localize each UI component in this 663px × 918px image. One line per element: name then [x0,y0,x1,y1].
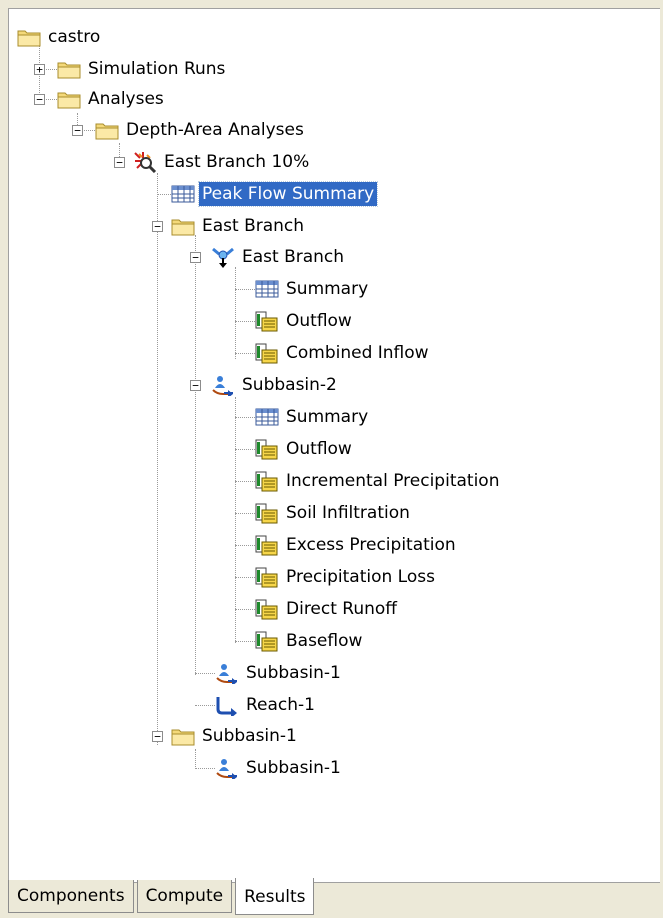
node-label: Simulation Runs [88,59,226,79]
node-label: East Branch [202,216,305,236]
folder-icon [57,58,81,80]
collapse-toggle[interactable]: − [190,380,201,391]
tab-strip: Components Compute Results [8,878,663,918]
tree-node-subbasin-2[interactable]: Subbasin-2 [211,369,340,401]
tree-node-outflow[interactable]: Outflow [255,305,355,337]
tree-node-excess-precipitation[interactable]: Excess Precipitation [255,529,459,561]
timeseries-icon [255,342,279,364]
timeseries-icon [255,470,279,492]
folder-icon [57,88,81,110]
node-label: Depth-Area Analyses [126,120,304,140]
node-label: Direct Runoff [286,599,398,619]
tree-node-depth-area-analyses[interactable]: Depth-Area Analyses [95,114,307,146]
node-label: Excess Precipitation [286,535,456,555]
tab-results[interactable]: Results [235,878,315,915]
node-label: Baseflow [286,631,363,651]
node-label: Reach-1 [246,695,315,715]
tree-node-east-branch-10[interactable]: East Branch 10% [133,146,312,178]
node-label-selected: Peak Flow Summary [197,181,379,207]
tree-node-summary[interactable]: Summary [255,273,371,305]
tree-node-east-branch-folder[interactable]: East Branch [171,210,307,242]
tree-node-castro[interactable]: castro [17,21,103,53]
node-label: Subbasin-1 [246,663,341,683]
results-tree-panel: + − − − − − − − castro Simulation Runs A… [8,8,660,883]
tree-node-analyses[interactable]: Analyses [57,83,167,115]
node-label: castro [48,27,101,47]
node-label: Outflow [286,311,352,331]
reach-icon [215,694,239,716]
timeseries-icon [255,630,279,652]
node-label: Subbasin-1 [202,726,297,746]
node-label: Soil Infiltration [286,503,410,523]
node-label: Outflow [286,439,352,459]
tree-node-reach-1[interactable]: Reach-1 [215,689,318,721]
junction-icon [211,246,235,268]
collapse-toggle[interactable]: − [34,94,45,105]
results-tree: + − − − − − − − castro Simulation Runs A… [9,9,660,882]
tree-node-subbasin-1[interactable]: Subbasin-1 [215,752,344,784]
node-label: Summary [286,407,369,427]
node-label: Incremental Precipitation [286,471,500,491]
tree-node-peak-flow-summary[interactable]: Peak Flow Summary [171,178,379,210]
timeseries-icon [255,598,279,620]
tree-node-outflow[interactable]: Outflow [255,433,355,465]
folder-icon [17,26,41,48]
analysis-icon [133,151,157,173]
tab-compute[interactable]: Compute [136,880,233,913]
tree-node-precipitation-loss[interactable]: Precipitation Loss [255,561,438,593]
expand-toggle[interactable]: + [34,64,45,75]
collapse-toggle[interactable]: − [190,252,201,263]
tree-node-east-branch-junction[interactable]: East Branch [211,241,347,273]
tree-node-subbasin-1[interactable]: Subbasin-1 [215,657,344,689]
timeseries-icon [255,502,279,524]
subbasin-icon [215,757,239,779]
folder-icon [171,215,195,237]
node-label: East Branch 10% [164,152,310,172]
collapse-toggle[interactable]: − [72,125,83,136]
tree-node-subbasin-1-folder[interactable]: Subbasin-1 [171,720,300,752]
node-label: East Branch [242,247,345,267]
timeseries-icon [255,310,279,332]
node-label: Combined Inflow [286,343,429,363]
tree-node-baseflow[interactable]: Baseflow [255,625,365,657]
table-icon [255,406,279,428]
tree-node-soil-infiltration[interactable]: Soil Infiltration [255,497,413,529]
timeseries-icon [255,438,279,460]
node-label: Precipitation Loss [286,567,435,587]
subbasin-icon [211,374,235,396]
tab-components[interactable]: Components [8,880,134,913]
timeseries-icon [255,534,279,556]
collapse-toggle[interactable]: − [152,221,163,232]
subbasin-icon [215,662,239,684]
collapse-toggle[interactable]: − [114,157,125,168]
node-label: Subbasin-2 [242,375,337,395]
timeseries-icon [255,566,279,588]
folder-icon [95,119,119,141]
tree-node-summary[interactable]: Summary [255,401,371,433]
tree-node-incremental-precipitation[interactable]: Incremental Precipitation [255,465,502,497]
tree-node-simulation-runs[interactable]: Simulation Runs [57,53,228,85]
node-label: Subbasin-1 [246,758,341,778]
tree-node-direct-runoff[interactable]: Direct Runoff [255,593,400,625]
table-icon [171,183,195,205]
node-label: Summary [286,279,369,299]
collapse-toggle[interactable]: − [152,731,163,742]
table-icon [255,278,279,300]
tree-node-combined-inflow[interactable]: Combined Inflow [255,337,432,369]
node-label: Analyses [88,89,164,109]
folder-icon [171,725,195,747]
